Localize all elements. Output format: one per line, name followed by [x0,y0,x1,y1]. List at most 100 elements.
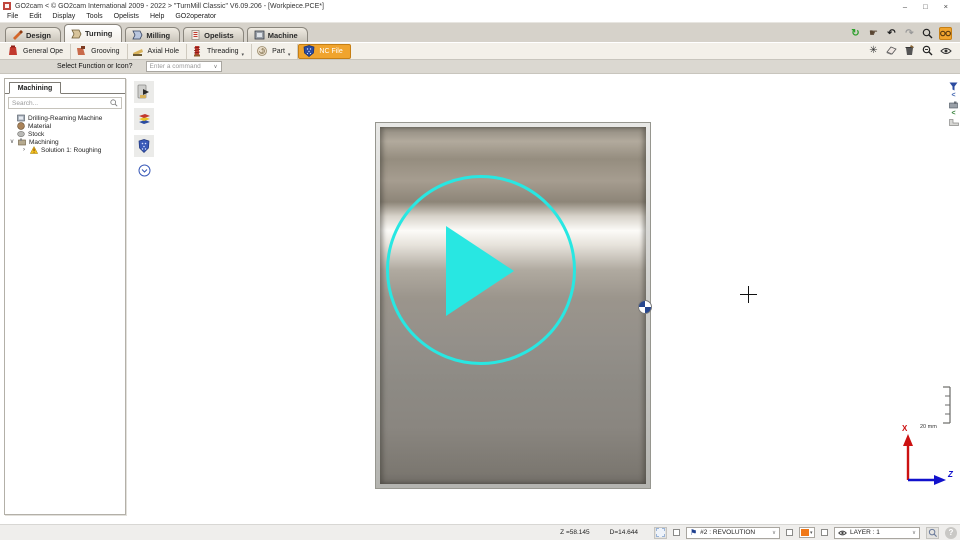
tab-design[interactable]: Design [5,27,62,42]
menu-edit[interactable]: Edit [29,13,41,20]
tab-machining-panel[interactable]: Machining [9,82,61,94]
delete-bucket-icon[interactable] [903,44,916,57]
tree-item-stock[interactable]: Stock [7,130,123,138]
eye-visibility-icon[interactable] [939,44,952,57]
general-ope-icon [9,45,17,55]
layer-eye-icon [838,530,847,535]
tree-item-material[interactable]: Material [7,122,123,130]
filter-icon[interactable] [949,82,958,91]
undo-icon[interactable]: ↶ [885,27,898,40]
general-ope-button[interactable]: General Ope [3,43,72,59]
menu-help[interactable]: Help [150,13,164,20]
expand-more-button[interactable] [134,162,154,178]
zoom-window-icon[interactable] [921,44,934,57]
machine-icon [254,30,265,40]
close-button[interactable]: × [944,2,948,11]
grid-icon [656,528,665,537]
part-button[interactable]: Part ▾ [252,43,299,59]
zoom-icon[interactable] [921,27,934,40]
layer-checkbox[interactable] [821,529,828,536]
shield-icon [138,139,150,153]
search-box [8,97,122,109]
tab-machine[interactable]: Machine [246,27,308,42]
collapse-green-icon[interactable]: < [951,110,955,118]
command-prompt-label: Select Function or Icon? [57,63,133,70]
opelists-icon [191,30,200,40]
machining-tree: Drilling-Reaming Machine Material Stock … [5,111,125,157]
play-icon[interactable] [446,226,514,316]
origin-point-marker[interactable] [638,300,652,314]
quickbar-row-1: ↻ ☛ ↶ ↷ [849,27,952,40]
tab-turning[interactable]: Turning [64,24,123,42]
search-input[interactable] [12,99,110,107]
nc-shield-button[interactable] [134,135,154,157]
help-button[interactable]: ? [945,526,957,539]
workpiece-preview [380,127,646,484]
part-icon [257,46,267,56]
ribbon-tab-bar: Design Turning Milling Opelists Machine … [0,22,960,42]
menu-bar: File Edit Display Tools Opelists Help GO… [0,11,960,22]
grooving-button[interactable]: Grooving [71,43,128,59]
right-edge-toolbar: < < [948,82,959,126]
axial-hole-button[interactable]: Axial Hole [128,43,188,59]
threading-dropdown-caret[interactable]: ▾ [242,52,245,58]
tree-item-machine[interactable]: Drilling-Reaming Machine [7,114,123,122]
pointer-icon[interactable]: ☛ [867,27,880,40]
chevron-down-circle-icon [138,164,150,176]
tree-item-machining[interactable]: v Machining [7,138,123,146]
d-coordinate: D=14.644 [609,529,638,536]
menu-display[interactable]: Display [52,13,75,20]
go2view-glasses-icon[interactable] [939,27,952,40]
stock-icon [17,131,25,137]
eraser-icon[interactable] [885,44,898,57]
part-dropdown-caret[interactable]: ▾ [288,52,291,58]
axis-z-label: Z [948,470,953,479]
expander-closed-icon[interactable]: › [21,147,27,153]
color-swatch-dropdown[interactable]: ▾ [799,527,815,538]
layers-button[interactable] [134,108,154,130]
warning-icon [30,146,38,154]
menu-opelists[interactable]: Opelists [114,13,139,20]
search-icon [110,99,118,107]
axis-x-label: X [902,424,908,433]
machine-mini-icon[interactable] [949,101,958,109]
viewport[interactable]: Machining Drilling-Reaming Machine Mater… [0,74,960,524]
revolution-checkbox[interactable] [673,529,680,536]
tray-icon[interactable] [948,119,959,126]
maximize-button[interactable]: □ [923,2,928,11]
turning-icon [71,29,82,38]
simulation-video-placeholder[interactable] [375,122,651,489]
magnifier-icon [928,528,937,537]
menu-tools[interactable]: Tools [86,13,102,20]
title-bar: GO2cam < © GO2cam International 2009 - 2… [0,0,960,11]
axis-indicator: X Z [880,422,958,490]
redo-icon[interactable]: ↷ [903,27,916,40]
threading-button[interactable]: Threading ▾ [187,43,253,59]
refresh-icon[interactable]: ↻ [849,27,862,40]
command-dropdown[interactable]: Enter a command ∨ [145,61,222,72]
tab-milling[interactable]: Milling [125,27,181,42]
tree-item-solution[interactable]: › Solution 1: Roughing [7,146,123,154]
revolution-dropdown[interactable]: ⚑ #2 : REVOLUTION ∨ [686,526,780,539]
nc-shield-icon [304,45,315,57]
tab-opelists[interactable]: Opelists [183,27,244,42]
flag-icon: ⚑ [690,527,698,537]
menu-go2operator[interactable]: GO2operator [175,13,216,20]
minimize-button[interactable]: – [903,2,907,11]
command-bar: Select Function or Icon? Enter a command… [0,59,960,74]
grid-snap-button[interactable] [654,526,667,539]
simulation-button[interactable] [134,81,154,103]
collapse-blue-icon[interactable]: < [951,92,955,100]
drilling-machine-icon [17,114,25,122]
layer-zoom-button[interactable] [926,526,939,539]
tool-button-row: General Ope Grooving Axial Hole Threadin… [0,42,960,59]
menu-file[interactable]: File [7,13,18,20]
nc-file-button[interactable]: NC File [298,43,351,59]
window-title: GO2cam < © GO2cam International 2009 - 2… [15,2,324,10]
milling-icon [132,30,143,40]
layer-dropdown[interactable]: LAYER : 1 ∨ [834,526,920,539]
tool-burst-icon[interactable]: ✳ [867,44,880,57]
expander-open-icon[interactable]: v [9,139,15,145]
color-checkbox[interactable] [786,529,793,536]
axial-hole-icon [132,49,143,56]
